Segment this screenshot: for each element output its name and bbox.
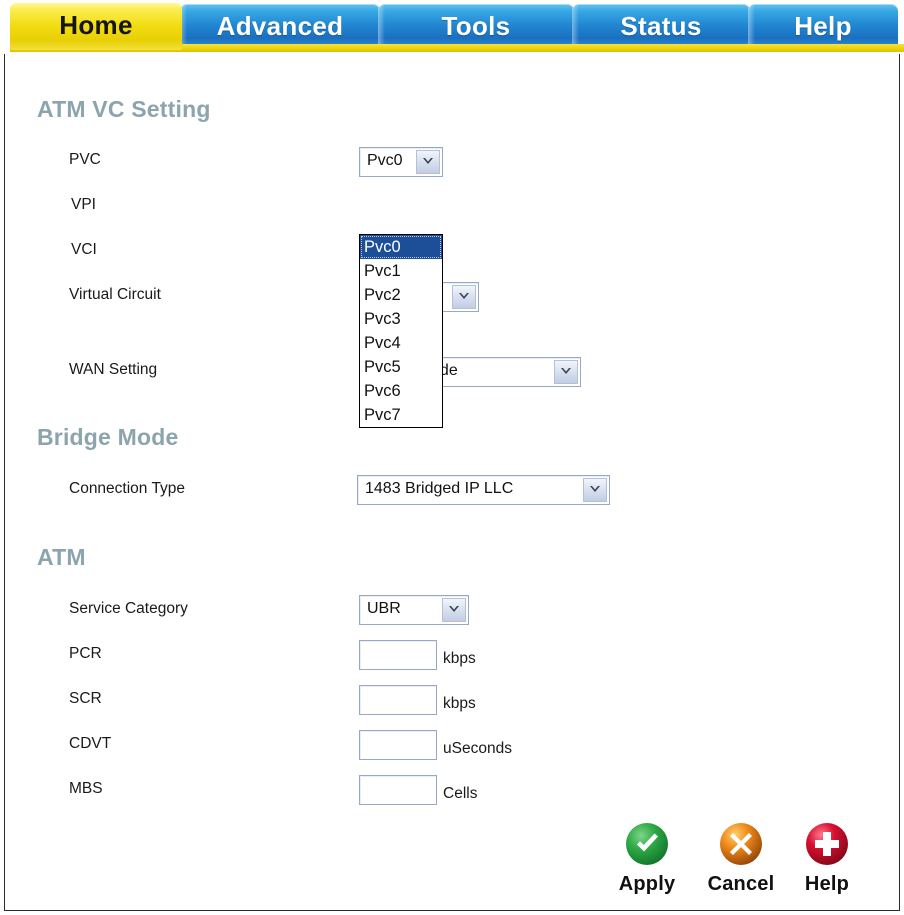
- chevron-down-icon: [583, 478, 607, 502]
- pvc-select[interactable]: Pvc0: [359, 147, 443, 177]
- plus-circle-icon: [805, 822, 849, 866]
- chevron-down-icon: [416, 150, 440, 174]
- cdvt-input[interactable]: [359, 730, 437, 760]
- pvc-option-pvc4[interactable]: Pvc4: [360, 331, 442, 355]
- unit-pcr: kbps: [443, 650, 476, 667]
- mbs-input[interactable]: [359, 775, 437, 805]
- chevron-down-icon: [442, 598, 466, 622]
- tab-advanced[interactable]: Advanced: [180, 4, 380, 48]
- pvc-option-pvc2[interactable]: Pvc2: [360, 283, 442, 307]
- label-connection-type: Connection Type: [69, 480, 186, 497]
- label-service-category: Service Category: [69, 600, 188, 617]
- tab-home-label: Home: [59, 10, 133, 40]
- settings-panel: ATM VC Setting PVC VPI VCI Virtual Circu…: [4, 54, 900, 911]
- help-button-label: Help: [804, 873, 850, 895]
- pcr-input[interactable]: [359, 640, 437, 670]
- service-category-select[interactable]: UBR: [359, 595, 469, 625]
- label-pcr: PCR: [69, 645, 102, 662]
- pvc-option-pvc6[interactable]: Pvc6: [360, 379, 442, 403]
- main-navigation-tabs: Advanced Tools Status Help Home: [0, 0, 904, 52]
- tab-help[interactable]: Help: [748, 4, 898, 48]
- connection-type-select[interactable]: 1483 Bridged IP LLC: [357, 475, 610, 505]
- tab-tools[interactable]: Tools: [378, 4, 574, 48]
- unit-mbs: Cells: [443, 785, 478, 802]
- connection-type-select-value: 1483 Bridged IP LLC: [365, 480, 514, 497]
- service-category-select-value: UBR: [367, 600, 401, 617]
- label-wan-setting: WAN Setting: [69, 361, 158, 378]
- tab-tools-label: Tools: [441, 11, 511, 41]
- label-scr: SCR: [69, 690, 102, 707]
- tab-help-label: Help: [794, 11, 852, 41]
- chevron-down-icon: [554, 360, 578, 384]
- pvc-select-value: Pvc0: [367, 152, 403, 169]
- pvc-option-pvc5[interactable]: Pvc5: [360, 355, 442, 379]
- unit-scr: kbps: [443, 695, 476, 712]
- scr-input[interactable]: [359, 685, 437, 715]
- unit-cdvt: uSeconds: [443, 740, 512, 757]
- pvc-option-pvc3[interactable]: Pvc3: [360, 307, 442, 331]
- chevron-down-icon: [452, 285, 476, 309]
- cancel-button[interactable]: Cancel: [695, 822, 787, 896]
- tab-advanced-label: Advanced: [216, 11, 344, 41]
- pvc-select-options-list[interactable]: Pvc0 Pvc1 Pvc2 Pvc3 Pvc4 Pvc5 Pvc6 Pvc7: [359, 234, 443, 428]
- pvc-option-pvc7[interactable]: Pvc7: [360, 403, 442, 427]
- pvc-option-pvc1[interactable]: Pvc1: [360, 259, 442, 283]
- x-circle-icon: [719, 822, 763, 866]
- tab-home[interactable]: Home: [10, 2, 182, 50]
- label-virtual-circuit: Virtual Circuit: [69, 286, 161, 303]
- label-pvc: PVC: [69, 151, 101, 168]
- label-cdvt: CDVT: [69, 735, 112, 752]
- label-vci: VCI: [71, 241, 97, 258]
- section-heading-atm-vc-setting: ATM VC Setting: [37, 96, 211, 122]
- label-vpi: VPI: [71, 196, 96, 213]
- apply-button-label: Apply: [618, 873, 676, 895]
- apply-button[interactable]: Apply: [601, 822, 693, 896]
- tabbar-underline-cap: [0, 44, 10, 52]
- tab-status[interactable]: Status: [572, 4, 750, 48]
- section-heading-atm: ATM: [37, 544, 86, 570]
- tab-status-label: Status: [620, 11, 702, 41]
- label-mbs: MBS: [69, 780, 103, 797]
- check-circle-icon: [625, 822, 669, 866]
- help-button[interactable]: Help: [781, 822, 873, 896]
- pvc-option-pvc0[interactable]: Pvc0: [360, 235, 442, 259]
- cancel-button-label: Cancel: [707, 873, 775, 895]
- section-heading-bridge-mode: Bridge Mode: [37, 424, 179, 450]
